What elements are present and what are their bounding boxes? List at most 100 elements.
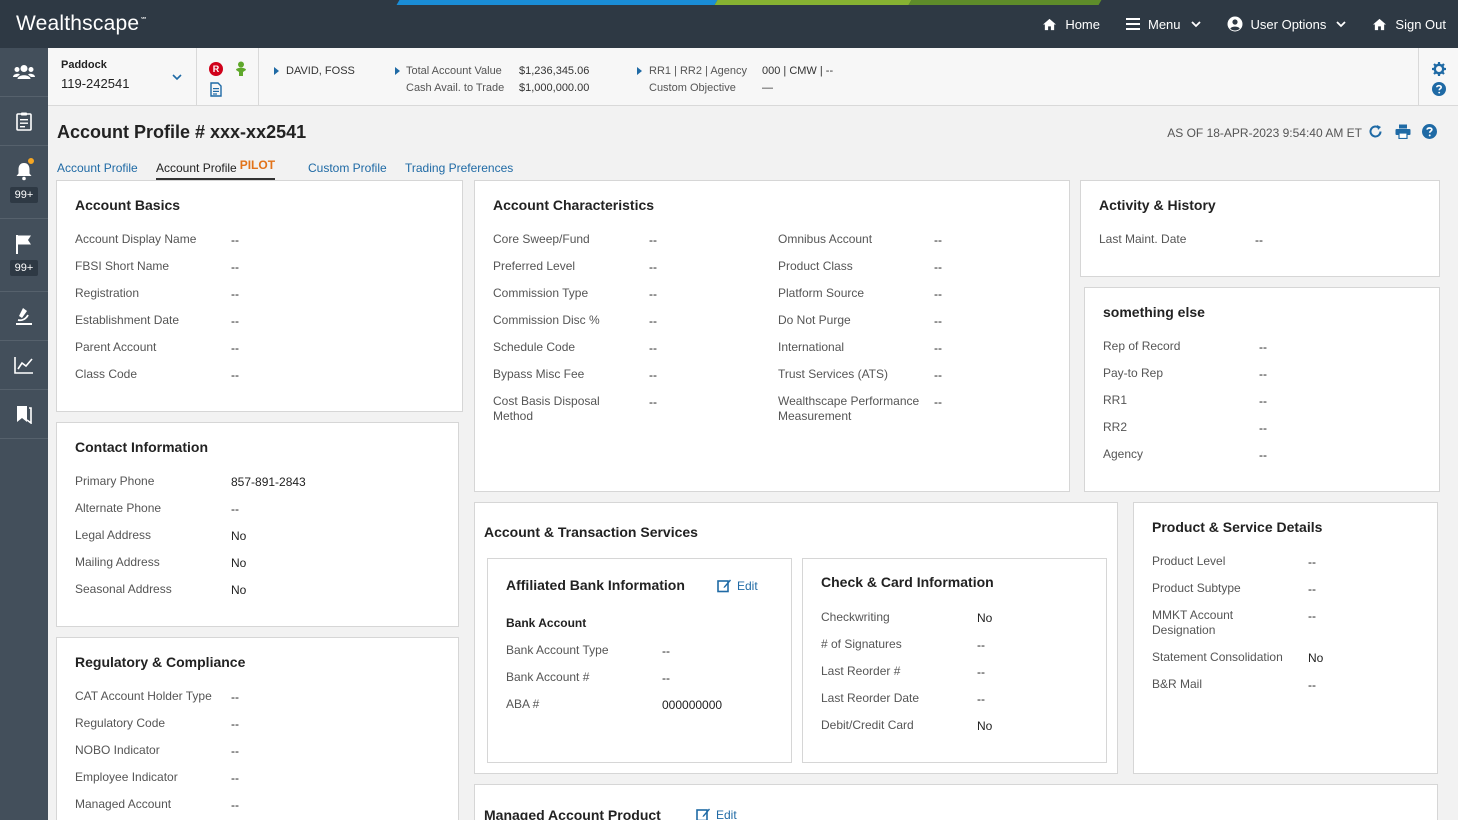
field-value: -- [934, 341, 942, 355]
restriction-icon[interactable]: R [209, 62, 223, 76]
expand-triangle-icon[interactable] [395, 67, 400, 75]
field-label: Mailing Address [75, 555, 160, 569]
print-icon[interactable] [1395, 124, 1411, 139]
field-value: -- [649, 233, 657, 247]
nav-sign-out[interactable]: Sign Out [1372, 17, 1446, 32]
field-label: Pay-to Rep [1103, 366, 1164, 380]
field-value: -- [1308, 555, 1316, 569]
check-card-title: Check & Card Information [821, 574, 994, 590]
tab-custom-profile[interactable]: Custom Profile [308, 161, 387, 178]
field-label: Class Code [75, 367, 138, 381]
field-label: Checkwriting [821, 610, 890, 624]
pilot-tag: PILOT [239, 158, 276, 172]
notification-dot [27, 157, 35, 165]
affiliated-bank-card: Affiliated Bank Information Edit Bank Ac… [487, 558, 792, 763]
regulatory-compliance-title: Regulatory & Compliance [75, 654, 246, 670]
activity-history-card: Activity & History Last Maint. Date -- [1080, 180, 1440, 277]
page-title: Account Profile # xxx-xx2541 [57, 122, 307, 142]
account-status-icons: R [198, 48, 259, 105]
bank-account-subheading: Bank Account [506, 616, 587, 630]
nav-user-options[interactable]: User Options [1227, 16, 1347, 32]
something-else-card: something else Rep of Record -- Pay-to R… [1084, 287, 1440, 492]
rail-documents[interactable] [0, 97, 48, 146]
account-name: Paddock [61, 59, 107, 71]
field-label: Preferred Level [493, 259, 576, 273]
expand-triangle-icon[interactable] [274, 67, 279, 75]
field-value: -- [649, 395, 657, 409]
account-basics-card: Account Basics Account Display Name -- F… [56, 180, 463, 412]
field-label: International [778, 340, 845, 354]
field-label: Last Reorder # [821, 664, 901, 678]
field-label: Commission Disc % [493, 313, 600, 327]
document-icon[interactable] [210, 82, 222, 97]
tab-trading-preferences[interactable]: Trading Preferences [405, 161, 513, 178]
edit-icon [696, 808, 710, 820]
field-label: Managed Account [75, 797, 172, 811]
field-value: -- [649, 314, 657, 328]
edit-icon [717, 579, 731, 593]
as-of-timestamp: AS OF 18-APR-2023 9:54:40 AM ET [1167, 126, 1362, 140]
managed-product-edit-link[interactable]: Edit [696, 807, 737, 820]
field-value: -- [1308, 609, 1316, 623]
field-value: -- [1308, 678, 1316, 692]
field-value: -- [231, 771, 239, 785]
field-value: -- [649, 368, 657, 382]
client-name[interactable]: DAVID, FOSS [286, 65, 355, 77]
help-icon[interactable] [1432, 82, 1446, 96]
managed-account-product-title: Managed Account Product [484, 807, 661, 820]
tab-account-profile-pilot[interactable]: Account Profile PILOT [156, 158, 276, 180]
field-value: -- [1259, 421, 1267, 435]
field-value: No [977, 611, 993, 625]
account-selector[interactable]: Paddock 119-242541 [48, 48, 197, 105]
managed-account-product-card: Managed Account Product Edit [474, 784, 1438, 820]
expand-triangle-icon[interactable] [637, 67, 642, 75]
cash-value: $1,000,000.00 [519, 82, 590, 94]
field-label: Legal Address [75, 528, 152, 542]
brand-logo[interactable]: Wealthscape℠ [16, 12, 148, 36]
field-value: -- [231, 368, 239, 382]
help-icon[interactable] [1422, 124, 1437, 139]
field-value: No [231, 556, 247, 570]
microscope-icon [16, 308, 32, 325]
field-value: -- [231, 502, 239, 516]
rail-bookmarks[interactable] [0, 390, 48, 439]
rep-person-icon[interactable] [234, 61, 248, 77]
field-label: Trust Services (ATS) [778, 367, 889, 381]
users-icon [13, 65, 35, 79]
chevron-down-icon [1190, 20, 1201, 27]
rail-notifications[interactable]: 99+ [0, 146, 48, 219]
cash-label: Cash Avail. to Trade [406, 82, 505, 94]
rail-clients[interactable] [0, 48, 48, 97]
account-bar-tools [1418, 48, 1458, 105]
field-label: Platform Source [778, 286, 865, 300]
field-label: Product Class [778, 259, 853, 273]
regulatory-compliance-card: Regulatory & Compliance CAT Account Hold… [56, 637, 459, 820]
field-value: -- [231, 314, 239, 328]
field-value: -- [231, 233, 239, 247]
objective-label: Custom Objective [649, 82, 736, 94]
field-value: No [1308, 651, 1324, 665]
chevron-down-icon [172, 74, 182, 81]
rail-analytics[interactable] [0, 341, 48, 390]
field-value: -- [934, 260, 942, 274]
field-value: -- [934, 368, 942, 382]
nav-home[interactable]: Home [1042, 17, 1100, 32]
brand-stripe-green [714, 0, 912, 5]
field-value: -- [1259, 394, 1267, 408]
field-label: Debit/Credit Card [821, 718, 914, 732]
field-value: -- [1308, 582, 1316, 596]
field-label: Statement Consolidation [1152, 650, 1283, 664]
bookmarks-icon [17, 406, 32, 424]
field-value: -- [977, 692, 985, 706]
gear-icon[interactable] [1432, 62, 1446, 76]
field-label: MMKT Account Designation [1152, 608, 1234, 637]
flags-count-badge: 99+ [9, 260, 39, 276]
refresh-icon[interactable] [1368, 124, 1383, 139]
rail-research[interactable] [0, 292, 48, 341]
nav-menu[interactable]: Menu [1126, 17, 1201, 32]
field-value: -- [934, 287, 942, 301]
tab-account-profile[interactable]: Account Profile [57, 161, 138, 178]
rail-flags[interactable]: 99+ [0, 219, 48, 292]
bank-edit-link[interactable]: Edit [717, 578, 758, 593]
field-label: Alternate Phone [75, 501, 162, 515]
